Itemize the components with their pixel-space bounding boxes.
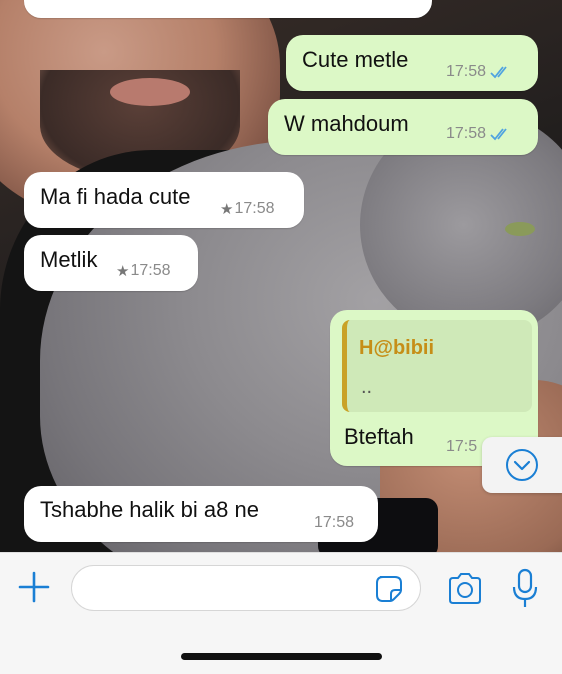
message-bubble-incoming[interactable]: Metlik ★ 17:58: [24, 235, 198, 291]
message-meta: 17:58: [446, 63, 512, 81]
message-meta: 17:58: [314, 514, 354, 532]
sticker-icon[interactable]: [374, 574, 404, 604]
message-text: Tshabhe halik bi a8 ne: [40, 497, 259, 522]
message-text: Bteftah: [344, 424, 414, 449]
message-bubble-outgoing[interactable]: W mahdoum 17:58: [268, 99, 538, 155]
message-bubble-incoming[interactable]: Ma fi hada cute ★ 17:58: [24, 172, 304, 228]
home-indicator[interactable]: [181, 653, 382, 660]
message-meta: 17:5: [446, 438, 477, 456]
wallpaper-cat-eye: [505, 222, 535, 236]
message-bubble-incoming[interactable]: Tshabhe halik bi a8 ne 17:58: [24, 486, 378, 542]
double-check-read-icon: [490, 127, 512, 141]
chevron-down-icon: [504, 447, 540, 483]
message-bubble-outgoing[interactable]: Cute metle 17:58: [286, 35, 538, 91]
star-icon: ★: [116, 263, 130, 280]
message-input-bar: [0, 552, 562, 674]
message-time: 17:58: [446, 125, 487, 142]
microphone-icon[interactable]: [510, 567, 540, 611]
message-time: 17:58: [314, 514, 355, 531]
reply-text: ..: [361, 376, 373, 398]
quoted-reply[interactable]: H@bibii ..: [342, 320, 532, 412]
message-input[interactable]: [71, 565, 421, 611]
star-icon: ★: [220, 201, 234, 218]
message-time: 17:58: [234, 200, 275, 217]
message-meta: 17:58: [446, 125, 512, 143]
camera-icon[interactable]: [446, 572, 484, 606]
message-text: Cute metle: [302, 47, 409, 72]
message-text: Metlik: [40, 247, 98, 272]
message-time: 17:58: [446, 63, 487, 80]
wallpaper-lips: [110, 78, 190, 106]
plus-icon[interactable]: [16, 569, 52, 605]
double-check-read-icon: [490, 65, 512, 79]
message-text: W mahdoum: [284, 111, 409, 136]
message-meta: ★ 17:58: [220, 200, 275, 218]
reply-author: H@bibii: [359, 337, 435, 359]
scroll-to-bottom-button[interactable]: [482, 437, 562, 493]
message-time: 17:5: [446, 438, 478, 455]
message-time: 17:58: [130, 262, 171, 279]
partial-message-bubble[interactable]: [24, 0, 432, 18]
message-text: Ma fi hada cute: [40, 184, 191, 209]
message-meta: ★ 17:58: [116, 262, 171, 280]
